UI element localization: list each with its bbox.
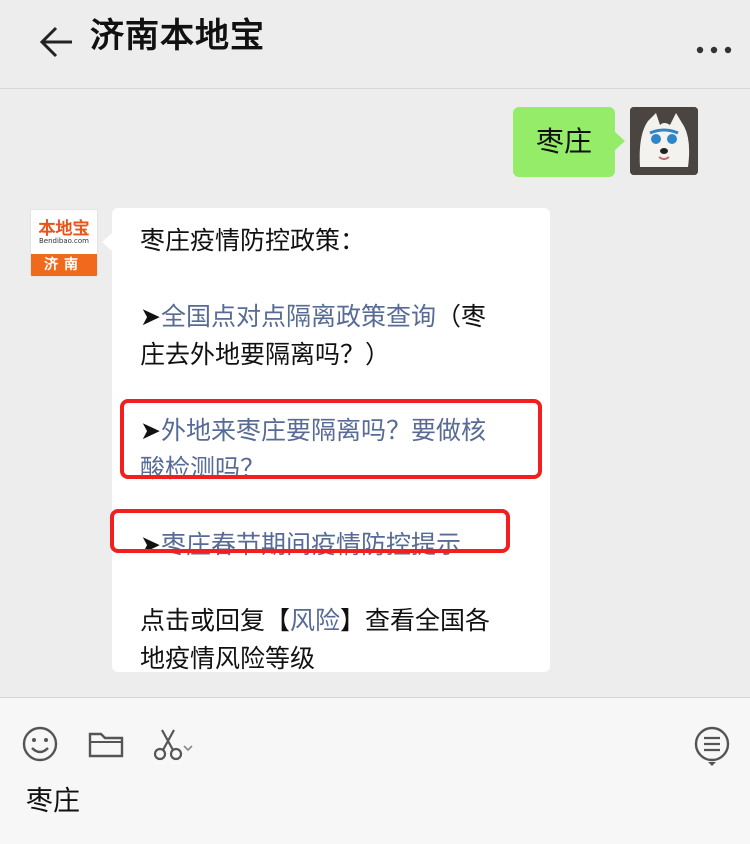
highlight-box-1 bbox=[120, 399, 542, 479]
chat-history-icon[interactable] bbox=[692, 724, 732, 770]
more-options-icon[interactable] bbox=[694, 44, 734, 56]
message-list[interactable]: 枣庄 本地宝 Bendibao.com 济南 枣庄疫情防控政策： ➤全国点对点隔… bbox=[0, 89, 750, 697]
scissors-icon[interactable] bbox=[150, 724, 194, 764]
message-input[interactable]: 枣庄 bbox=[26, 784, 80, 820]
user-avatar[interactable] bbox=[630, 107, 698, 175]
policy-heading: 枣庄疫情防控政策： bbox=[140, 226, 366, 255]
risk-level-hint: 点击或回复【风险】查看全国各 bbox=[140, 606, 491, 635]
input-bar: 枣庄 bbox=[0, 697, 750, 844]
risk-level-hint-cont: 地疫情风险等级 bbox=[140, 644, 316, 673]
chat-header: 济南本地宝 bbox=[0, 0, 750, 89]
logo-city: 济南 bbox=[31, 254, 97, 276]
emoji-icon[interactable] bbox=[20, 724, 60, 764]
user-message-bubble[interactable]: 枣庄 bbox=[513, 107, 625, 177]
bot-avatar[interactable]: 本地宝 Bendibao.com 济南 bbox=[30, 209, 98, 277]
back-arrow-icon[interactable] bbox=[36, 24, 76, 60]
dog-avatar-image bbox=[630, 107, 698, 175]
arrow-bullet-icon: ➤ bbox=[140, 302, 161, 331]
link-national-quarantine-policy[interactable]: 全国点对点隔离政策查询 bbox=[161, 302, 436, 331]
folder-icon[interactable] bbox=[86, 724, 126, 764]
highlight-box-2 bbox=[110, 509, 510, 553]
link-risk[interactable]: 风险 bbox=[290, 606, 340, 635]
chat-title: 济南本地宝 bbox=[90, 16, 265, 56]
logo-domain: Bendibao.com bbox=[38, 237, 89, 245]
policy-item-1-cont: 庄去外地要隔离吗？） bbox=[140, 340, 391, 369]
policy-item-1: ➤全国点对点隔离政策查询（枣 bbox=[140, 302, 486, 331]
logo-text: 本地宝 bbox=[38, 219, 90, 239]
